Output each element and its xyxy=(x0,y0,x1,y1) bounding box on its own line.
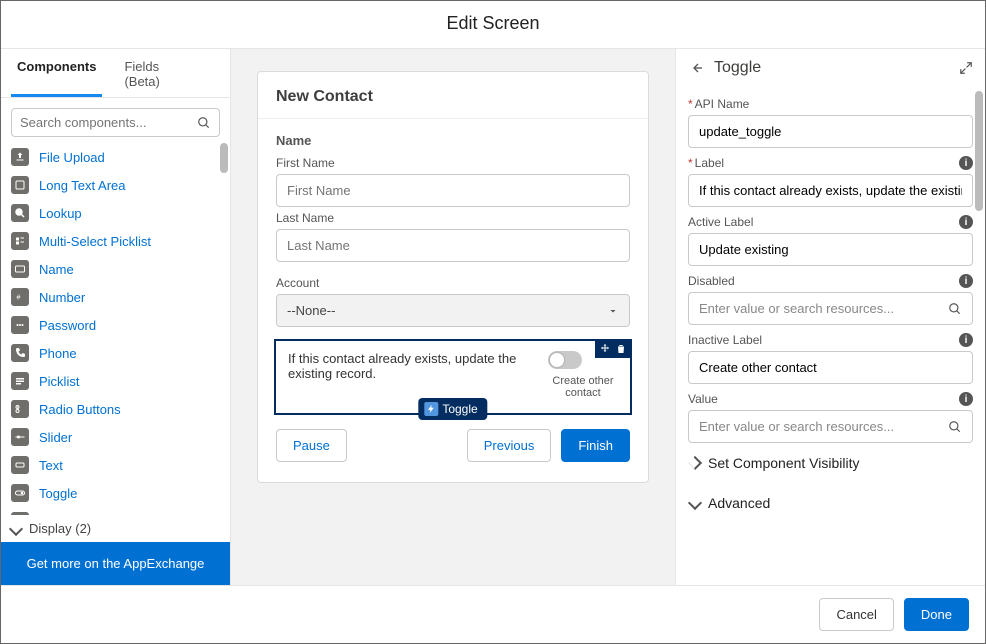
component-list[interactable]: File Upload Long Text Area Lookup Multi-… xyxy=(1,143,230,515)
comp-slider[interactable]: Slider xyxy=(11,423,228,451)
chevron-down-icon xyxy=(607,305,619,317)
api-name-input[interactable] xyxy=(688,115,973,148)
canvas: New Contact Name First Name Last Name Ac… xyxy=(231,49,675,585)
label-label: *Labeli xyxy=(688,156,973,170)
disabled-label: Disabledi xyxy=(688,274,973,288)
comp-name[interactable]: Name xyxy=(11,255,228,283)
active-label-label: Active Labeli xyxy=(688,215,973,229)
properties-panel: Toggle *API Name *Labeli Active Labeli D… xyxy=(675,49,985,585)
password-icon xyxy=(11,316,29,334)
chevron-right-icon xyxy=(688,456,702,470)
chevron-down-icon xyxy=(9,521,23,535)
cancel-button[interactable]: Cancel xyxy=(819,598,893,631)
label-input[interactable] xyxy=(688,174,973,207)
toggle-state-text: Create other contact xyxy=(548,375,618,399)
active-label-input[interactable] xyxy=(688,233,973,266)
comp-long-text[interactable]: Long Text Area xyxy=(11,171,228,199)
done-button[interactable]: Done xyxy=(904,598,969,631)
visibility-section[interactable]: Set Component Visibility xyxy=(688,443,973,483)
text-icon xyxy=(11,456,29,474)
properties-title: Toggle xyxy=(714,59,761,77)
phone-icon xyxy=(11,344,29,362)
appexchange-button[interactable]: Get more on the AppExchange xyxy=(1,542,230,585)
comp-lookup[interactable]: Lookup xyxy=(11,199,228,227)
disabled-input[interactable]: Enter value or search resources... xyxy=(688,292,973,325)
inactive-label-input[interactable] xyxy=(688,351,973,384)
search-icon xyxy=(948,420,962,434)
edit-screen-modal: Edit Screen Components Fields (Beta) Fil… xyxy=(0,0,986,644)
properties-scrollbar[interactable] xyxy=(975,91,983,581)
inactive-label-label: Inactive Labeli xyxy=(688,333,973,347)
first-name-input[interactable] xyxy=(276,174,630,207)
upload-icon xyxy=(11,148,29,166)
comp-picklist[interactable]: Picklist xyxy=(11,367,228,395)
info-icon[interactable]: i xyxy=(959,274,973,288)
comp-radio[interactable]: Radio Buttons xyxy=(11,395,228,423)
component-scrollbar[interactable] xyxy=(220,143,228,515)
radio-icon xyxy=(11,400,29,418)
display-section[interactable]: Display (2) xyxy=(1,515,230,542)
api-name-label: *API Name xyxy=(688,97,973,111)
info-icon[interactable]: i xyxy=(959,215,973,229)
toggle-icon xyxy=(11,484,29,502)
account-label: Account xyxy=(276,276,630,290)
components-panel: Components Fields (Beta) File Upload Lon… xyxy=(1,49,231,585)
tab-fields[interactable]: Fields (Beta) xyxy=(118,49,204,97)
search-icon xyxy=(11,204,29,222)
comp-toggle[interactable]: Toggle xyxy=(11,479,228,507)
comp-phone[interactable]: Phone xyxy=(11,339,228,367)
account-select[interactable]: --None-- xyxy=(276,294,630,327)
toggle-switch[interactable] xyxy=(548,351,582,369)
comp-number[interactable]: #Number xyxy=(11,283,228,311)
pause-button[interactable]: Pause xyxy=(276,429,347,462)
component-action-badge xyxy=(595,340,631,358)
value-label: Valuei xyxy=(688,392,973,406)
screen-card: New Contact Name First Name Last Name Ac… xyxy=(257,71,649,483)
screen-title: New Contact xyxy=(258,72,648,119)
link-icon xyxy=(11,512,29,515)
expand-icon[interactable] xyxy=(959,61,973,75)
modal-body: Components Fields (Beta) File Upload Lon… xyxy=(1,49,985,586)
comp-text[interactable]: Text xyxy=(11,451,228,479)
slider-icon xyxy=(11,428,29,446)
search-components-input[interactable] xyxy=(11,108,220,137)
textarea-icon xyxy=(11,176,29,194)
modal-title: Edit Screen xyxy=(1,1,985,49)
name-icon xyxy=(11,260,29,278)
tab-components[interactable]: Components xyxy=(11,49,102,97)
chevron-down-icon xyxy=(688,496,702,510)
multiselect-icon xyxy=(11,232,29,250)
modal-footer: Cancel Done xyxy=(1,586,985,643)
name-group-label: Name xyxy=(276,133,630,148)
back-arrow-icon[interactable] xyxy=(688,60,704,76)
last-name-label: Last Name xyxy=(276,211,630,225)
advanced-section[interactable]: Advanced xyxy=(688,483,973,523)
drag-pill-toggle[interactable]: Toggle xyxy=(418,398,487,420)
comp-url[interactable]: URL xyxy=(11,507,228,515)
toggle-label-text: If this contact already exists, update t… xyxy=(288,351,548,381)
trash-icon[interactable] xyxy=(615,343,627,355)
info-icon[interactable]: i xyxy=(959,333,973,347)
svg-text:#: # xyxy=(17,295,21,302)
comp-password[interactable]: Password xyxy=(11,311,228,339)
value-input[interactable]: Enter value or search resources... xyxy=(688,410,973,443)
number-icon: # xyxy=(11,288,29,306)
finish-button[interactable]: Finish xyxy=(561,429,630,462)
comp-multiselect[interactable]: Multi-Select Picklist xyxy=(11,227,228,255)
move-icon[interactable] xyxy=(599,343,611,355)
search-icon xyxy=(948,302,962,316)
info-icon[interactable]: i xyxy=(959,156,973,170)
previous-button[interactable]: Previous xyxy=(467,429,552,462)
comp-file-upload[interactable]: File Upload xyxy=(11,143,228,171)
lightning-icon xyxy=(424,402,438,416)
last-name-input[interactable] xyxy=(276,229,630,262)
left-tabs: Components Fields (Beta) xyxy=(1,49,230,98)
picklist-icon xyxy=(11,372,29,390)
first-name-label: First Name xyxy=(276,156,630,170)
search-icon xyxy=(197,116,211,130)
info-icon[interactable]: i xyxy=(959,392,973,406)
